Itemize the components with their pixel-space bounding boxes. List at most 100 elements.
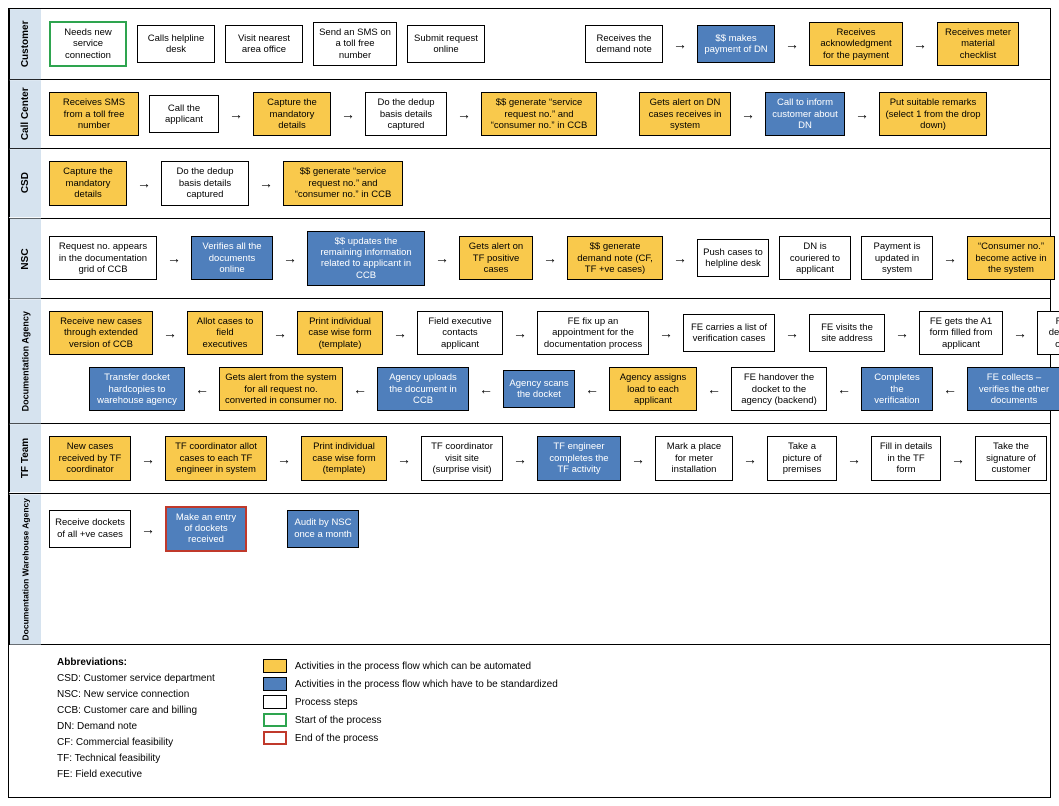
box-upload-doc: Agency uploads the document in CCB [377,367,469,411]
arrow-icon: → [543,250,557,266]
box-assign-load: Agency assigns load to each applicant [609,367,697,411]
box-gen-dn: $$ generate demand note (CF, TF +ve case… [567,236,663,280]
swatch-start [263,713,287,727]
box-fe-verify-a1: FE verifies the details mentioned on the… [1037,311,1059,355]
arrow-icon: → [1013,325,1027,341]
box-submit-online: Submit request online [407,25,485,63]
arrow-icon: → [273,325,287,341]
arrow-icon: → [673,36,687,52]
arrow-icon: → [435,250,449,266]
arrow-icon: → [943,250,957,266]
arrow-icon: → [259,175,273,191]
abbr-cf: CF: Commercial feasibility [57,735,215,751]
arrow-icon: → [631,451,645,467]
arrow-icon: ← [195,381,209,397]
lane-tf: TF Team New cases received by TF coordin… [9,424,1050,493]
box-fe-visits: FE visits the site address [809,314,885,352]
box-receives-dn: Receives the demand note [585,25,663,63]
abbr-fe: FE: Field executive [57,767,215,783]
box-dn-couriered: DN is couriered to applicant [779,236,851,280]
swatch-stand [263,677,287,691]
arrow-icon: → [785,325,799,341]
box-tf-engineer: TF engineer completes the TF activity [537,436,621,480]
legend-start: Start of the process [295,715,382,726]
box-receive-dockets: Receive dockets of all +ve cases [49,510,131,548]
box-calls-helpline: Calls helpline desk [137,25,215,63]
lane-label-wh: Documentation Warehouse Agency [9,494,41,644]
box-send-sms: Send an SMS on a toll free number [313,22,397,66]
box-fe-list: FE carries a list of verification cases [683,314,775,352]
box-fe-a1: FE gets the A1 form filled from applican… [919,311,1003,355]
arrow-icon: → [913,36,927,52]
abbr-nsc: NSC: New service connection [57,687,215,703]
abbr-ccb: CCB: Customer care and billing [57,703,215,719]
box-call-applicant: Call the applicant [149,95,219,133]
box-alert-tf: Gets alert on TF positive cases [459,236,533,280]
box-needs-connection: Needs new service connection [49,21,127,67]
box-makes-payment: $$ makes payment of DN [697,25,775,63]
arrow-icon: ← [585,381,599,397]
arrow-icon: ← [837,381,851,397]
box-payment-updated: Payment is updated in system [861,236,933,280]
lane-label-callcenter: Call Center [9,80,41,148]
box-update-applicant: $$ updates the remaining information rel… [307,231,425,287]
box-push-helpline: Push cases to helpline desk [697,239,769,277]
box-dedup: Do the dedup basis details captured [365,92,447,136]
lane-doc-agency: Documentation Agency Receive new cases t… [9,299,1050,424]
arrow-icon: → [855,106,869,122]
box-put-remarks: Put suitable remarks (select 1 from the … [879,92,987,136]
arrow-icon: → [847,451,861,467]
box-tf-visit: TF coordinator visit site (surprise visi… [421,436,503,480]
arrow-icon: → [659,325,673,341]
swimlane-diagram: Customer Needs new service connection Ca… [8,8,1051,798]
legend-end: End of the process [295,733,378,744]
box-tf-print: Print individual case wise form (templat… [301,436,387,480]
box-meter-checklist: Receives meter material checklist [937,22,1019,66]
box-transfer-docket: Transfer docket hardcopies to warehouse … [89,367,185,411]
lane-label-nsc: NSC [9,219,41,299]
box-alert-converted: Gets alert from the system for all reque… [219,367,343,411]
box-tf-allot: TF coordinator allot cases to each TF en… [165,436,267,480]
box-mark-place: Mark a place for meter installation [655,436,733,480]
arrow-icon: → [277,451,291,467]
swatch-end [263,731,287,745]
arrow-icon: → [397,451,411,467]
arrow-icon: → [393,325,407,341]
box-audit: Audit by NSC once a month [287,510,359,548]
arrow-icon: → [895,325,909,341]
lane-label-csd: CSD [9,149,41,217]
legend-swatches: Activities in the process flow which can… [263,655,558,783]
abbr-dn: DN: Demand note [57,719,215,735]
box-csd-dedup: Do the dedup basis details captured [161,161,249,205]
lane-warehouse: Documentation Warehouse Agency Receive d… [9,494,1050,645]
arrow-icon: → [167,250,181,266]
arrow-icon: → [785,36,799,52]
box-fe-appointment: FE fix up an appointment for the documen… [537,311,649,355]
arrow-icon: → [673,250,687,266]
box-csd-generate: $$ generate “service request no.” and “c… [283,161,403,205]
box-verify-docs: Verifies all the documents online [191,236,273,280]
box-print-form: Print individual case wise form (templat… [297,311,383,355]
box-allot-fe: Allot cases to field executives [187,311,263,355]
arrow-icon: ← [479,381,493,397]
legend-auto: Activities in the process flow which can… [295,661,531,672]
box-alert-dn: Gets alert on DN cases receives in syste… [639,92,731,136]
arrow-icon: → [341,106,355,122]
swatch-step [263,695,287,709]
legend-step: Process steps [295,697,358,708]
box-signature: Take the signature of customer [975,436,1047,480]
arrow-icon: ← [943,381,957,397]
arrow-icon: ← [353,381,367,397]
lane-label-tf: TF Team [9,424,41,492]
arrow-icon: → [951,451,965,467]
legend-stand: Activities in the process flow which hav… [295,679,558,690]
box-generate-sr: $$ generate “service request no.” and “c… [481,92,597,136]
arrow-icon: → [141,451,155,467]
box-receives-sms: Receives SMS from a toll free number [49,92,139,136]
arrow-icon: → [163,325,177,341]
arrow-icon: → [141,521,155,537]
box-request-grid: Request no. appears in the documentation… [49,236,157,280]
swatch-auto [263,659,287,673]
arrow-icon: → [229,106,243,122]
box-scan-docket: Agency scans the docket [503,370,575,408]
